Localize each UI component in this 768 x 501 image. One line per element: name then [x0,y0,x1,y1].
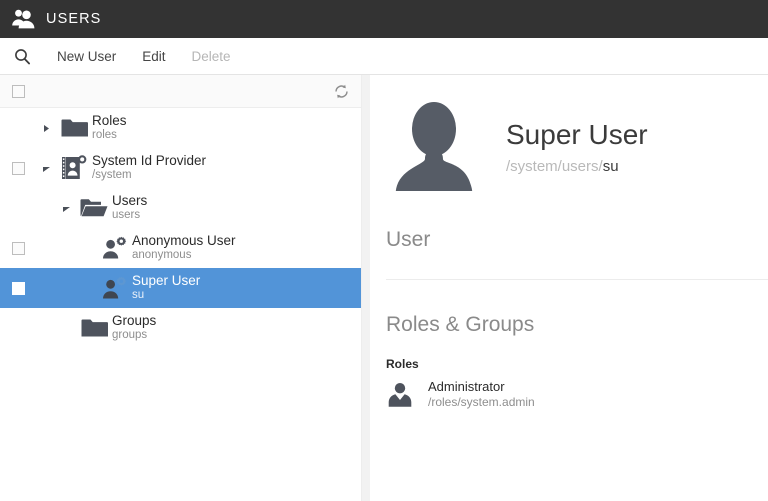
tree-row-subtitle: /system [92,169,132,182]
tree-row-subtitle: anonymous [132,249,192,262]
role-list-item[interactable]: Administrator /roles/system.admin [386,379,768,410]
user-path-prefix: /system/users/ [506,157,603,175]
app-root: USERS New User Edit Delete Roles roles S… [0,0,768,501]
administrator-icon [388,382,412,407]
tree-row-checkbox-cell [0,281,36,295]
tree-row-title: Super User [132,273,201,289]
content-area: Roles roles System Id Provider /system U… [0,75,768,501]
tree-row-checkbox[interactable] [11,281,25,295]
tree-row-labels: Users users [112,193,147,222]
tree-row-super-user[interactable]: Super User su [0,268,361,308]
expand-collapsed-icon[interactable] [36,124,56,133]
section-title-roles-groups: Roles & Groups [386,313,535,336]
users-group-icon [12,9,35,29]
section-divider [386,279,768,280]
user-header: Super User /system/users/su [386,99,768,195]
tree-row-subtitle: users [112,209,141,222]
new-user-button[interactable]: New User [44,38,129,75]
folder-closed-icon [56,117,92,139]
toolbar: New User Edit Delete [0,38,768,75]
search-icon[interactable] [0,48,44,65]
tree-row-roles[interactable]: Roles roles [0,108,361,148]
roles-label: Roles [386,357,419,371]
tree-panel: Roles roles System Id Provider /system U… [0,75,362,501]
window-title: USERS [46,11,102,27]
tree-row-labels: Groups groups [112,313,156,342]
tree-row-subtitle: su [132,289,145,302]
user-path-id: su [602,157,619,175]
user-path: /system/users/su [506,158,648,175]
role-name: Administrator [428,379,505,394]
panel-divider[interactable] [362,75,370,501]
delete-button: Delete [191,48,231,64]
select-all-checkbox[interactable] [12,84,25,98]
expand-expanded-icon[interactable] [36,164,56,173]
tree-row-labels: Anonymous User anonymous [132,233,236,262]
tree-row-checkbox-cell [0,161,36,175]
tree-row-checkbox-cell [0,241,36,255]
tree-row-labels: System Id Provider /system [92,153,206,182]
user-gear-icon [96,276,132,301]
tree-row-title: Groups [112,313,157,329]
title-bar: USERS [0,0,768,38]
tree-row-title: Users [112,193,148,209]
tree-row-checkbox[interactable] [11,241,25,255]
role-path: /roles/system.admin [428,395,535,410]
user-display-name: Super User [506,119,648,151]
tree-row-subtitle: roles [92,129,117,142]
user-avatar-icon [395,102,473,191]
folder-open-icon [76,197,112,219]
tree-row-title: Roles [92,113,127,129]
id-provider-icon [56,155,92,181]
tree-row-anonymous-user[interactable]: Anonymous User anonymous [0,228,361,268]
expand-expanded-icon[interactable] [56,204,76,213]
tree-row-system-id-provider[interactable]: System Id Provider /system [0,148,361,188]
tree-row-checkbox[interactable] [11,161,25,175]
refresh-icon[interactable] [333,83,350,100]
tree-row-title: System Id Provider [92,153,207,169]
tree-row-title: Anonymous User [132,233,236,249]
section-title-user: User [386,228,431,251]
tree-row-users[interactable]: Users users [0,188,361,228]
detail-panel: Super User /system/users/su User Roles &… [370,75,768,501]
tree-row-labels: Roles roles [92,113,127,142]
edit-button[interactable]: Edit [129,38,178,75]
folder-closed-icon [76,317,112,339]
tree-row-subtitle: groups [112,329,148,342]
tree-header [0,75,361,108]
tree-row-groups[interactable]: Groups groups [0,308,361,348]
tree-row-labels: Super User su [132,273,200,302]
user-header-text: Super User /system/users/su [506,119,648,174]
user-gear-icon [96,236,132,261]
role-item-labels: Administrator /roles/system.admin [428,379,535,410]
